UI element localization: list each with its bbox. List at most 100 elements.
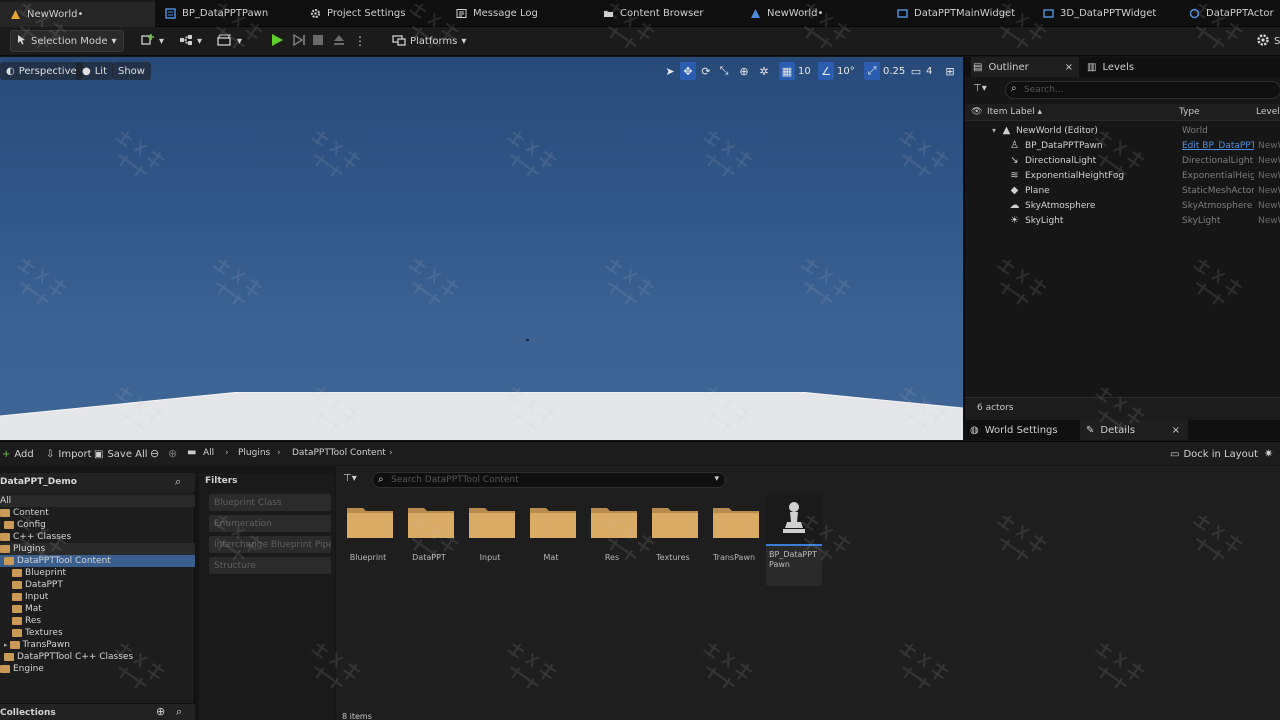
view-mode-button[interactable]: ● Lit [76,62,114,80]
rotation-snap-value[interactable]: 10° [837,62,855,80]
asset-folder-datappt[interactable]: DataPPT [399,496,459,566]
tab-datapptmainwidget[interactable]: DataPPTMainWidget [897,0,1015,27]
history-forward-icon[interactable]: ⊕ [168,447,177,460]
tree-item-datappttool-cpp-classes[interactable]: DataPPTTool C++ Classes [0,651,195,663]
tree-item-plugins[interactable]: Plugins [0,543,195,555]
filter-enumeration[interactable]: Enumeration [209,515,331,532]
asset-folder-textures[interactable]: Textures [643,496,703,566]
outliner-search-input[interactable]: ⌕ Search... [1005,81,1280,99]
cinematics-menu-button[interactable]: ▾ [211,30,248,52]
tab-outliner[interactable]: ▤ Outliner × [971,57,1079,77]
tree-item-input[interactable]: Input [0,591,195,603]
tree-item-res[interactable]: Res [0,615,195,627]
search-icon[interactable]: ⌕ [176,705,182,719]
asset-folder-mat[interactable]: Mat [521,496,581,566]
tab-datapptactor[interactable]: DataPPTActor [1189,0,1274,27]
chevron-down-icon[interactable]: ▾ [992,126,996,135]
search-icon[interactable]: ⌕ [175,475,181,489]
outliner-row[interactable]: ▾ ▲ NewWorld (Editor) World [965,123,1280,138]
filter-interchange-blueprint-pipeline[interactable]: Interchange Blueprint Pipeline [209,536,331,553]
breadcrumb-plugins[interactable]: Plugins [238,448,270,458]
filter-icon[interactable]: ⊤▾ [973,83,987,94]
chevron-down-icon[interactable]: ▾ [714,474,719,484]
tab-details[interactable]: ✎ Details × [1080,420,1188,440]
add-actor-button[interactable]: ▾ [135,30,170,52]
column-type[interactable]: Type [1179,107,1200,117]
selection-mode-dropdown[interactable]: Selection Mode ▾ [10,30,124,52]
tree-item-blueprint[interactable]: Blueprint [0,567,195,579]
tree-item-content[interactable]: Content [0,507,195,519]
outliner-row[interactable]: ↘ DirectionalLight DirectionalLight NewW [965,153,1280,168]
folder-icon[interactable]: ▬ [187,447,196,458]
advance-frame-button[interactable] [288,30,310,52]
visibility-icon[interactable]: 👁 [971,107,982,117]
eject-button[interactable] [328,30,350,52]
outliner-row[interactable]: ◆ Plane StaticMeshActor NewW [965,183,1280,198]
column-item-label[interactable]: Item Label ▴ [987,107,1042,117]
level-viewport[interactable]: ◐ Perspective ● Lit Show ➤ ✥ ⟳ ⤡ ⊕ ✲ ▦ 1… [0,57,963,440]
outliner-row[interactable]: ☁ SkyAtmosphere SkyAtmosphere NewW [965,198,1280,213]
filter-icon[interactable]: ⊤▾ [343,473,357,484]
tree-item-cpp-classes[interactable]: C++ Classes [0,531,195,543]
outliner-row[interactable]: ≋ ExponentialHeightFog ExponentialHeight… [965,168,1280,183]
scale-snap-icon[interactable]: ⤢ [864,62,880,80]
breadcrumb-datappttool-content[interactable]: DataPPTTool Content [292,448,386,458]
perspective-button[interactable]: ◐ Perspective [0,62,83,80]
rotate-tool-icon[interactable]: ⟳ [698,62,714,80]
tree-item-datappt[interactable]: DataPPT [0,579,195,591]
scale-snap-value[interactable]: 0.25 [883,62,905,80]
scale-tool-icon[interactable]: ⤡ [716,62,732,80]
tab-newworld-2[interactable]: NewWorld• [750,0,823,27]
platforms-dropdown[interactable]: Platforms ▾ [386,30,472,52]
tab-newworld[interactable]: NewWorld• [0,0,155,27]
stop-button[interactable] [308,30,328,52]
gear-icon[interactable]: ✷ [1264,447,1273,460]
asset-folder-input[interactable]: Input [460,496,520,566]
breadcrumb-all[interactable]: All [203,448,214,458]
maximize-viewport-icon[interactable]: ⊞ [942,62,958,80]
tab-world-settings[interactable]: ◍ World Settings [970,420,1058,440]
close-icon[interactable]: × [1172,425,1180,436]
rotation-snap-icon[interactable]: ∠ [818,62,834,80]
blueprints-menu-button[interactable]: ▾ [173,30,208,52]
asset-folder-blueprint[interactable]: Blueprint [338,496,398,566]
grid-snap-value[interactable]: 10 [798,62,811,80]
history-back-icon[interactable]: ⊖ [150,447,159,460]
asset-bp-datapptpawn[interactable]: BP_DataPPTPawn [766,494,822,586]
settings-button[interactable]: S [1250,30,1280,52]
column-level[interactable]: Level [1256,107,1280,117]
tab-project-settings[interactable]: Project Settings [310,0,405,27]
tree-item-config[interactable]: Config [0,519,195,531]
close-icon[interactable]: × [1065,62,1073,73]
dock-in-layout-button[interactable]: ▭ Dock in Layout [1164,444,1264,464]
select-tool-icon[interactable]: ➤ [662,62,678,80]
tab-message-log[interactable]: Message Log [456,0,538,27]
filter-structure[interactable]: Structure [209,557,331,574]
chevron-right-icon[interactable]: ▸ [4,641,8,649]
translate-tool-icon[interactable]: ✥ [680,62,696,80]
tree-item-engine[interactable]: Engine [0,663,195,675]
filter-blueprint-class[interactable]: Blueprint Class [209,494,331,511]
camera-speed-icon[interactable]: ▭ [908,62,924,80]
tab-3d-datapptwidget[interactable]: 3D_DataPPTWidget [1043,0,1156,27]
tree-item-textures[interactable]: Textures [0,627,195,639]
grid-snap-icon[interactable]: ▦ [779,62,795,80]
add-collection-icon[interactable]: ⊕ [156,705,165,718]
asset-folder-res[interactable]: Res [582,496,642,566]
world-space-icon[interactable]: ⊕ [736,62,752,80]
tree-item-mat[interactable]: Mat [0,603,195,615]
tab-bp-datapptpawn[interactable]: BP_DataPPTPawn [165,0,268,27]
asset-folder-transpawn[interactable]: TransPawn [704,496,764,566]
tab-content-browser[interactable]: Content Browser [603,0,703,27]
add-button[interactable]: + Add [0,444,40,464]
outliner-row[interactable]: ♙ BP_DataPPTPawn Edit BP_DataPPTPawn New… [965,138,1280,153]
surface-snap-icon[interactable]: ✲ [756,62,772,80]
play-options-button[interactable]: ⋮ [350,30,370,52]
save-all-button[interactable]: ▣ Save All [88,444,154,464]
camera-speed-value[interactable]: 4 [926,62,932,80]
play-button[interactable] [266,30,288,52]
tree-item-transpawn[interactable]: ▸ TransPawn [0,639,195,651]
tree-item-all[interactable]: All [0,495,195,507]
tab-levels[interactable]: ▥ Levels [1087,57,1134,77]
show-button[interactable]: Show [112,62,151,80]
